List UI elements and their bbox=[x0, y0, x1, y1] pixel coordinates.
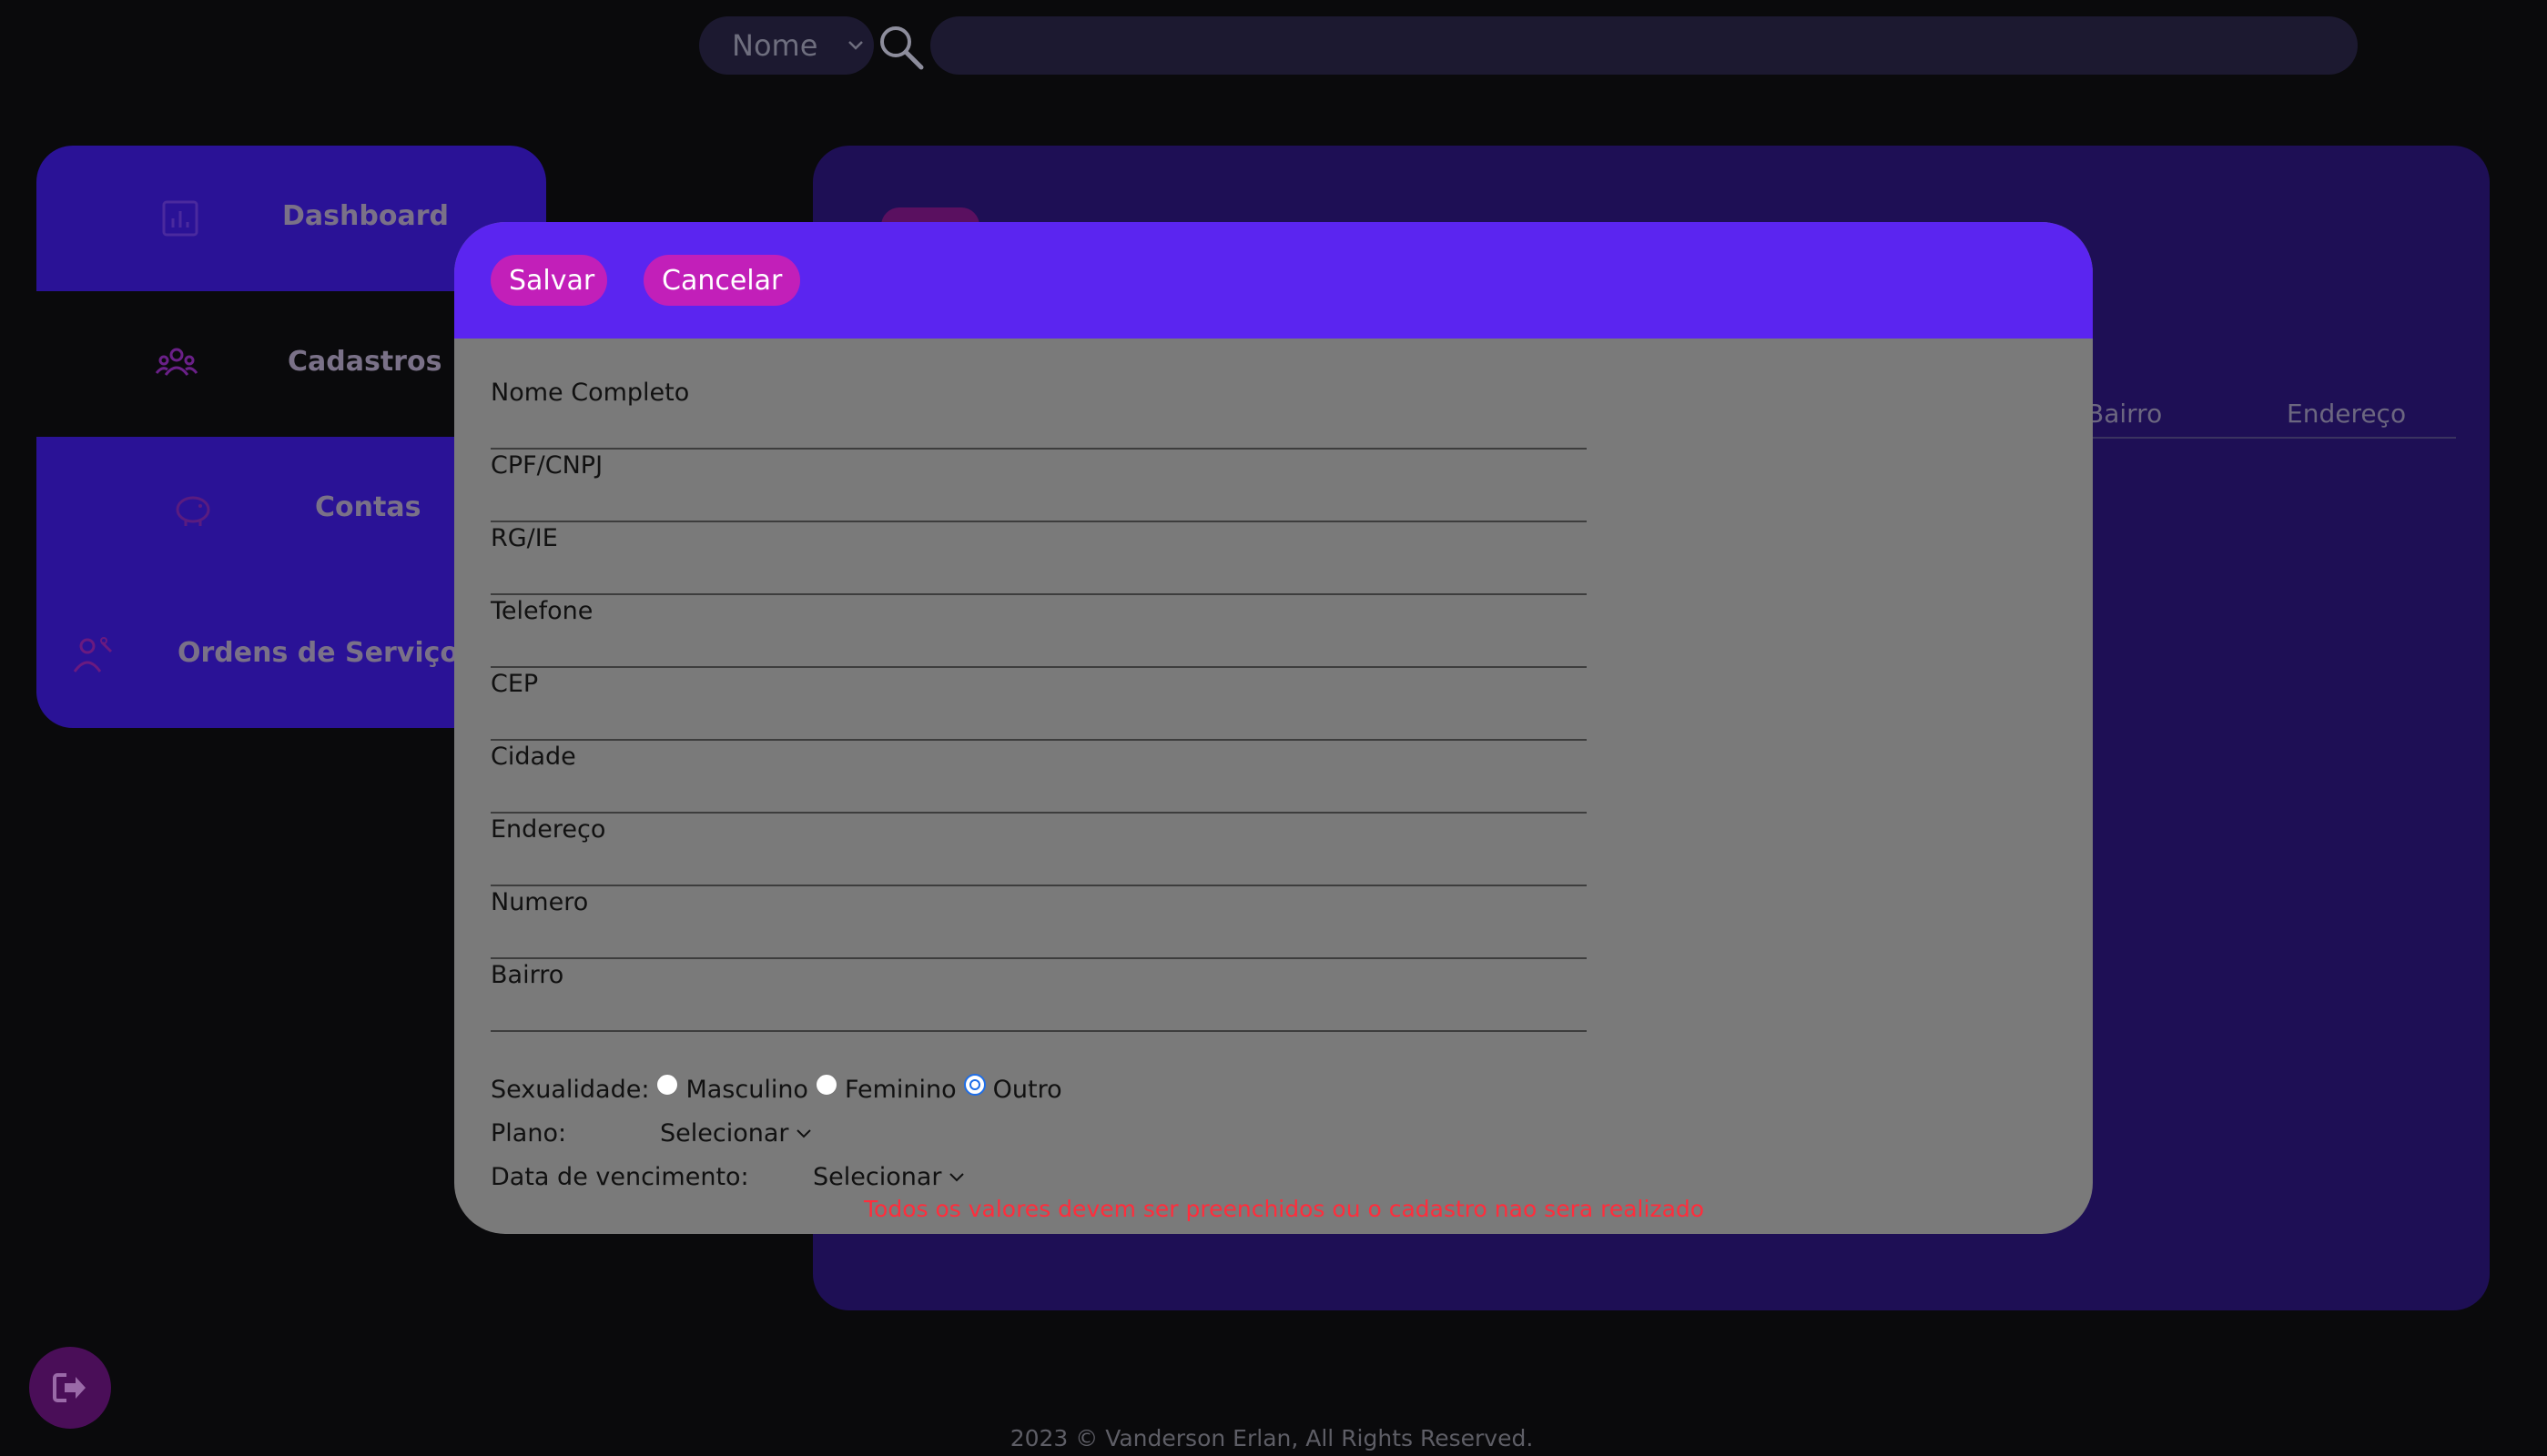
radio-outro[interactable] bbox=[963, 1073, 986, 1096]
due-date-label: Data de vencimento: bbox=[491, 1163, 749, 1191]
piggy-bank-icon bbox=[176, 496, 210, 526]
field-cep: CEP bbox=[491, 670, 1587, 743]
table-header-divider bbox=[2086, 437, 2456, 439]
radio-label-feminino: Feminino bbox=[844, 1076, 957, 1104]
field-cidade: Cidade bbox=[491, 743, 1587, 815]
footer: 2023 © Vanderson Erlan, All Rights Reser… bbox=[0, 1425, 2547, 1451]
endereco-input[interactable] bbox=[491, 846, 1587, 886]
field-label: CPF/CNPJ bbox=[491, 451, 604, 480]
bairro-input[interactable] bbox=[491, 992, 1587, 1032]
field-label: Cidade bbox=[491, 743, 576, 771]
numero-input[interactable] bbox=[491, 919, 1587, 959]
plan-select-value: Selecionar bbox=[660, 1119, 789, 1148]
chevron-down-icon bbox=[848, 41, 863, 50]
field-endereco: Endereço bbox=[491, 815, 1587, 888]
cpf-cnpj-input[interactable] bbox=[491, 482, 1587, 522]
field-label: Numero bbox=[491, 888, 589, 916]
due-date-select[interactable]: Selecionar bbox=[813, 1163, 966, 1191]
field-label: RG/IE bbox=[491, 524, 558, 552]
sidebar-item-label: Contas bbox=[315, 491, 421, 523]
chevron-down-icon bbox=[949, 1172, 964, 1181]
cep-input[interactable] bbox=[491, 701, 1587, 741]
sidebar-item-label: Cadastros bbox=[288, 346, 442, 378]
field-bairro: Bairro bbox=[491, 961, 1587, 1034]
sidebar-item-label: Ordens de Serviço bbox=[178, 637, 460, 669]
radio-label-outro: Outro bbox=[992, 1076, 1062, 1104]
field-nome-completo: Nome Completo bbox=[491, 379, 1587, 451]
logout-button[interactable] bbox=[29, 1347, 111, 1429]
search-filter-value: Nome bbox=[732, 28, 818, 63]
copyright-text: 2023 © Vanderson Erlan, All Rights Reser… bbox=[1010, 1425, 1534, 1451]
sexuality-label: Sexualidade: bbox=[491, 1076, 650, 1104]
modal-header: Salvar Cancelar bbox=[454, 222, 2093, 339]
search-input[interactable] bbox=[930, 16, 2358, 75]
chart-icon bbox=[162, 200, 198, 237]
field-label: CEP bbox=[491, 670, 539, 698]
telefone-input[interactable] bbox=[491, 628, 1587, 668]
sexuality-group: Sexualidade: Masculino Feminino Outro bbox=[491, 1073, 1062, 1104]
field-numero: Numero bbox=[491, 888, 1587, 961]
nome-completo-input[interactable] bbox=[491, 410, 1587, 450]
logout-icon bbox=[53, 1373, 86, 1402]
field-cpf-cnpj: CPF/CNPJ bbox=[491, 451, 1587, 524]
plan-select[interactable]: Selecionar bbox=[660, 1119, 813, 1148]
field-label: Telefone bbox=[491, 597, 594, 625]
cancel-button[interactable]: Cancelar bbox=[644, 255, 800, 306]
field-label: Endereço bbox=[491, 815, 606, 844]
radio-masculino[interactable] bbox=[656, 1073, 679, 1096]
cadastro-modal: Salvar Cancelar Nome Completo CPF/CNPJ R… bbox=[454, 222, 2093, 1234]
table-header-endereco: Endereço bbox=[2287, 399, 2407, 429]
users-icon bbox=[155, 348, 198, 376]
save-button[interactable]: Salvar bbox=[491, 255, 607, 306]
due-date-select-value: Selecionar bbox=[813, 1163, 942, 1191]
cidade-input[interactable] bbox=[491, 774, 1587, 814]
field-label: Bairro bbox=[491, 961, 564, 989]
search-filter-select[interactable]: Nome bbox=[699, 16, 874, 75]
chevron-down-icon bbox=[796, 1128, 811, 1138]
sidebar-item-label: Dashboard bbox=[282, 200, 449, 232]
rg-ie-input[interactable] bbox=[491, 555, 1587, 595]
field-rg-ie: RG/IE bbox=[491, 524, 1587, 597]
field-telefone: Telefone bbox=[491, 597, 1587, 670]
search-icon[interactable] bbox=[876, 22, 925, 71]
validation-warning: Todos os valores devem ser preenchidos o… bbox=[864, 1196, 1705, 1222]
table-header-bairro: Bairro bbox=[2086, 399, 2163, 429]
radio-label-masculino: Masculino bbox=[685, 1076, 808, 1104]
plan-label: Plano: bbox=[491, 1119, 567, 1148]
field-label: Nome Completo bbox=[491, 379, 690, 407]
technician-icon bbox=[73, 637, 113, 672]
radio-feminino[interactable] bbox=[815, 1073, 837, 1096]
